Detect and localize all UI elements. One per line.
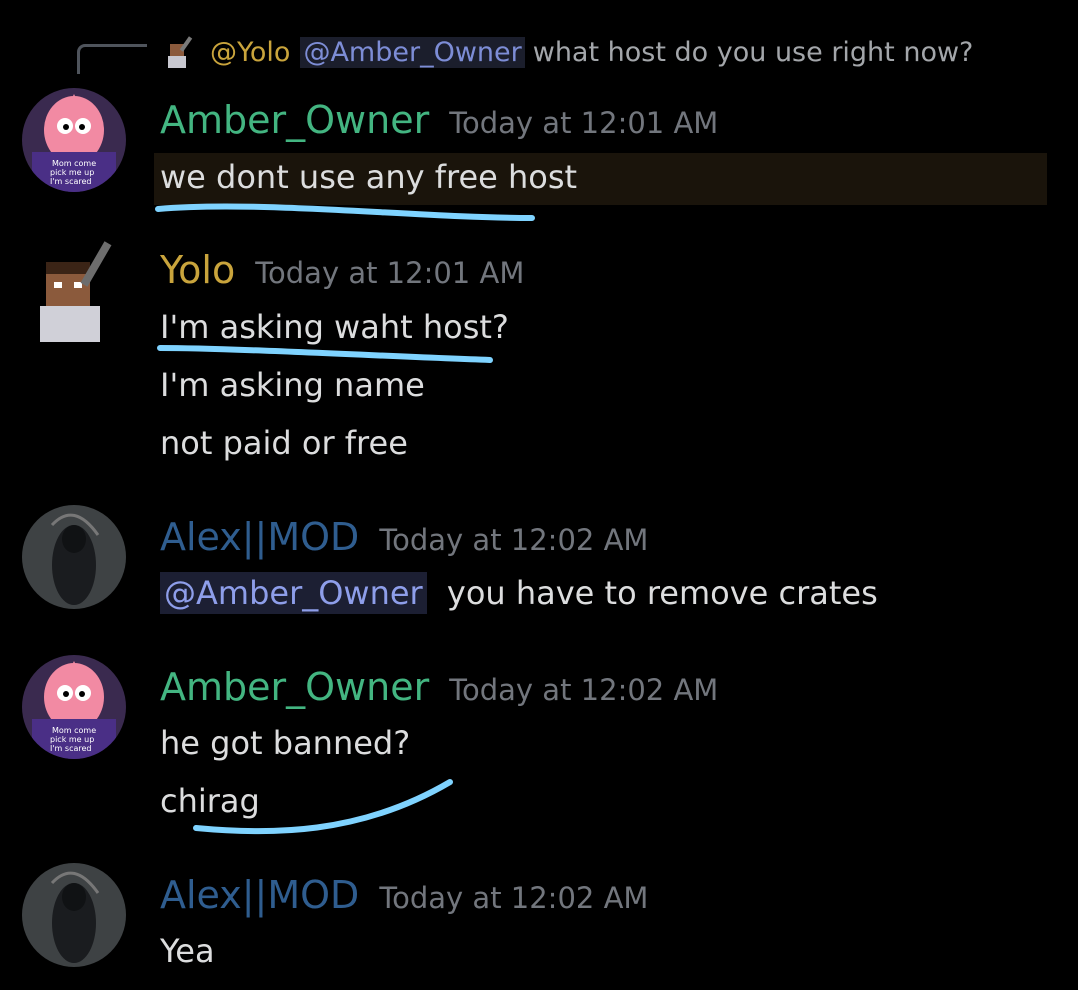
amber-owner-avatar[interactable]: Mom come pick me up I'm scared bbox=[22, 88, 126, 192]
reply-spine bbox=[77, 44, 147, 74]
message-text: I'm asking name bbox=[160, 366, 425, 404]
yolo-avatar[interactable] bbox=[22, 238, 126, 342]
author-name[interactable]: Alex||MOD bbox=[160, 515, 359, 559]
message-header: Amber_Owner Today at 12:01 AM bbox=[160, 98, 718, 142]
message-header: Alex||MOD Today at 12:02 AM bbox=[160, 873, 648, 917]
author-name[interactable]: Amber_Owner bbox=[160, 665, 429, 709]
svg-text:pick me up: pick me up bbox=[50, 735, 94, 744]
message-text: not paid or free bbox=[160, 424, 408, 462]
svg-text:I'm scared: I'm scared bbox=[50, 177, 91, 186]
annotation-overlay bbox=[155, 203, 535, 835]
message-header: Alex||MOD Today at 12:02 AM bbox=[160, 515, 648, 559]
message-text: Yea bbox=[160, 932, 215, 970]
reply-reference[interactable]: @Yolo @Amber_Owner what host do you use … bbox=[160, 30, 973, 74]
svg-text:Mom come: Mom come bbox=[52, 726, 96, 735]
svg-text:I'm scared: I'm scared bbox=[50, 744, 91, 753]
amber-owner-avatar[interactable]: Mom come pick me up I'm scared bbox=[22, 655, 126, 759]
timestamp: Today at 12:01 AM bbox=[449, 106, 719, 140]
message-text: @Amber_Owner you have to remove crates bbox=[160, 572, 878, 614]
message-header: Yolo Today at 12:01 AM bbox=[160, 248, 524, 292]
reply-mention[interactable]: @Amber_Owner bbox=[300, 36, 525, 68]
message-text: chirag bbox=[160, 782, 260, 820]
user-mention[interactable]: @Amber_Owner bbox=[160, 572, 427, 614]
reply-text[interactable]: what host do you use right now? bbox=[533, 37, 974, 68]
alex-mod-avatar[interactable] bbox=[22, 505, 126, 609]
reply-author[interactable]: @Yolo bbox=[210, 37, 290, 68]
timestamp: Today at 12:02 AM bbox=[379, 523, 649, 557]
author-name[interactable]: Yolo bbox=[160, 248, 235, 292]
timestamp: Today at 12:02 AM bbox=[449, 673, 719, 707]
author-name[interactable]: Alex||MOD bbox=[160, 873, 359, 917]
message-header: Amber_Owner Today at 12:02 AM bbox=[160, 665, 718, 709]
message-text: we dont use any free host bbox=[160, 158, 578, 196]
underline-stroke bbox=[155, 203, 535, 221]
timestamp: Today at 12:02 AM bbox=[379, 881, 649, 915]
svg-text:Mom come: Mom come bbox=[52, 159, 96, 168]
svg-text:pick me up: pick me up bbox=[50, 168, 94, 177]
message-text: he got banned? bbox=[160, 724, 411, 762]
message-text: I'm asking waht host? bbox=[160, 308, 509, 346]
alex-mod-avatar[interactable] bbox=[22, 863, 126, 967]
timestamp: Today at 12:01 AM bbox=[255, 256, 525, 290]
underline-stroke bbox=[157, 345, 493, 363]
yolo-mini-avatar[interactable] bbox=[160, 34, 196, 70]
message-body: you have to remove crates bbox=[446, 574, 878, 612]
author-name[interactable]: Amber_Owner bbox=[160, 98, 429, 142]
